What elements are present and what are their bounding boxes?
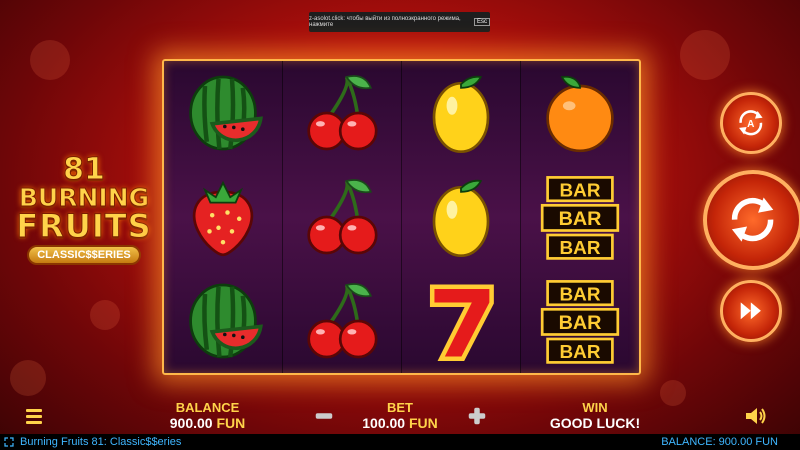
cherry-icon	[307, 179, 378, 255]
menu-icon[interactable]	[24, 406, 44, 426]
logo-line2: FRUITS	[16, 207, 152, 245]
svg-text:BAR: BAR	[560, 284, 601, 305]
fast-forward-icon	[740, 302, 762, 320]
strawberry-icon	[192, 180, 254, 257]
orange-icon	[546, 75, 614, 153]
lemon-icon	[432, 75, 490, 154]
bet-display: BET 100.00 FUN	[350, 400, 450, 431]
watermelon-icon	[189, 75, 263, 151]
reel-1	[164, 61, 283, 373]
bet-currency: FUN	[408, 415, 438, 431]
win-value: GOOD LUCK!	[549, 415, 641, 431]
bokeh-light	[680, 30, 730, 80]
svg-text:BAR: BAR	[560, 342, 601, 363]
symbol-watermelon	[164, 61, 282, 165]
cherry-icon	[307, 283, 378, 359]
turbo-button[interactable]	[720, 280, 782, 342]
spin-button[interactable]	[703, 170, 800, 270]
logo-series: CLASSIC$$ERIES	[27, 245, 141, 265]
sound-icon[interactable]	[744, 405, 768, 427]
logo-number: 81	[63, 152, 106, 187]
reel-2	[283, 61, 402, 373]
lemon-icon	[432, 179, 490, 258]
bet-amount: 100.00	[362, 415, 406, 431]
bet-label: BET	[387, 400, 413, 415]
symbol-orange	[521, 61, 639, 165]
balance-currency: FUN	[216, 415, 246, 431]
cherry-icon	[307, 75, 378, 151]
footer-balance: BALANCE: 900.00 FUN	[661, 436, 778, 448]
bet-decrease-button[interactable]	[312, 404, 336, 428]
svg-text:BAR: BAR	[560, 238, 601, 259]
balance-label: BALANCE	[175, 400, 240, 415]
footer-game-title: Burning Fruits 81: Classic$$eries	[20, 436, 182, 448]
symbol-seven	[402, 269, 520, 373]
symbol-strawberry	[164, 165, 282, 269]
reel-3	[402, 61, 521, 373]
svg-text:A: A	[747, 119, 754, 130]
reel-4: BAR BAR BAR BAR BAR BAR	[521, 61, 639, 373]
win-label: WIN	[582, 400, 608, 415]
game-logo: 81 BURNING FRUITS CLASSIC$$ERIES	[10, 152, 158, 265]
autoplay-button[interactable]: A	[720, 92, 782, 154]
bokeh-light	[660, 380, 686, 406]
bokeh-light	[10, 360, 46, 396]
fullscreen-notice: z-asolot.click: чтобы выйти из полноэкра…	[309, 12, 490, 32]
spin-icon	[732, 197, 774, 243]
symbol-cherry	[283, 269, 401, 373]
svg-text:BAR: BAR	[560, 180, 601, 201]
autoplay-icon: A	[739, 110, 763, 136]
svg-text:BAR: BAR	[559, 208, 602, 230]
bokeh-light	[30, 40, 70, 80]
symbol-cherry	[283, 165, 401, 269]
bokeh-light	[90, 300, 120, 330]
triple-bar-icon: BAR BAR BAR	[540, 176, 620, 260]
esc-key: Esc	[473, 18, 490, 26]
minus-icon	[315, 413, 333, 419]
symbol-triple-bar: BAR BAR BAR	[521, 269, 639, 373]
reels-area: BAR BAR BAR BAR BAR BAR	[162, 59, 641, 375]
bet-increase-button[interactable]	[465, 404, 489, 428]
fullscreen-notice-text: z-asolot.click: чтобы выйти из полноэкра…	[309, 16, 461, 28]
win-display: WIN GOOD LUCK!	[540, 400, 650, 431]
symbol-lemon	[402, 61, 520, 165]
svg-text:BAR: BAR	[559, 312, 602, 334]
symbol-lemon	[402, 165, 520, 269]
fullscreen-icon[interactable]	[4, 437, 14, 447]
watermelon-icon	[189, 283, 263, 359]
plus-icon	[468, 407, 486, 425]
symbol-cherry	[283, 61, 401, 165]
symbol-triple-bar: BAR BAR BAR	[521, 165, 639, 269]
balance-display: BALANCE 900.00 FUN	[150, 400, 265, 431]
seven-icon	[429, 284, 494, 362]
footer-bar: Burning Fruits 81: Classic$$eries BALANC…	[0, 434, 800, 450]
balance-amount: 900.00	[169, 415, 213, 431]
triple-bar-icon: BAR BAR BAR	[540, 280, 620, 364]
symbol-watermelon	[164, 269, 282, 373]
